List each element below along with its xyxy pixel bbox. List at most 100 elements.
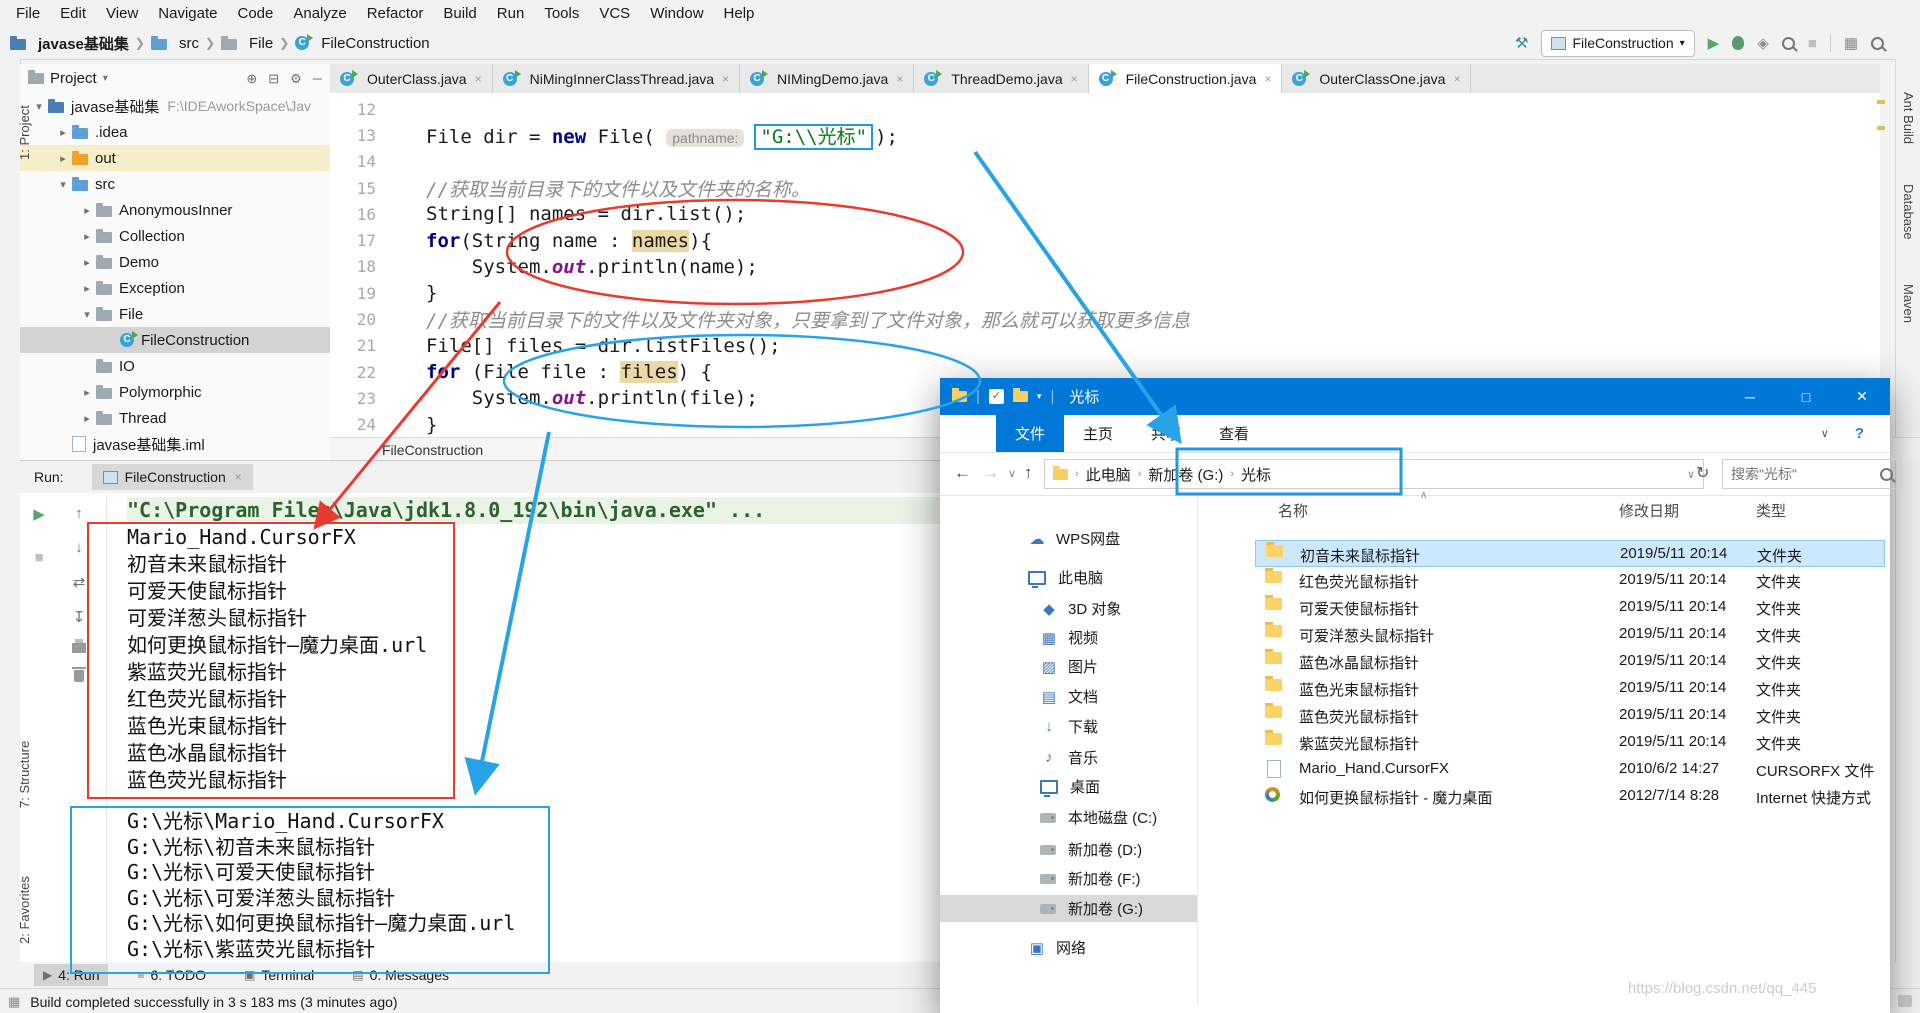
error-stripe-mark[interactable] [1877,126,1885,130]
clear-all-icon[interactable] [72,667,86,682]
sidebar-item--[interactable]: ↓ 下载 [940,713,1197,740]
tree-item-FileConstruction[interactable]: C FileConstruction [20,327,330,353]
settings-gear-icon[interactable]: ⚙ [290,71,302,87]
menu-item-window[interactable]: Window [640,2,713,25]
menu-item-analyze[interactable]: Analyze [283,2,356,25]
file-row--[interactable]: 红色荧光鼠标指针 2019/5/11 20:14 文件夹 [1255,567,1885,594]
layout-grid-icon[interactable]: ▦ [1844,34,1858,52]
chevron-down-icon[interactable]: ▾ [78,308,96,321]
print-icon[interactable] [72,639,86,653]
sidebar-item--[interactable]: 此电脑 [940,564,1197,591]
locate-icon[interactable]: ⊕ [246,71,257,87]
error-stripe-mark[interactable] [1877,100,1885,104]
tree-item-Exception[interactable]: ▸ Exception [20,275,330,301]
file-row--[interactable]: 蓝色荧光鼠标指针 2019/5/11 20:14 文件夹 [1255,702,1885,729]
stop-icon[interactable]: ■ [1808,35,1817,52]
close-icon[interactable]: × [896,72,903,86]
explorer-title-bar[interactable]: | ✓ ▾ | 光标 ─ □ ✕ [940,378,1890,415]
chevron-right-icon[interactable]: ▸ [78,230,96,243]
editor-tab-OuterClass-java[interactable]: C OuterClass.java × [330,64,493,93]
tree-item-Collection[interactable]: ▸ Collection [20,223,330,249]
tree-item-Demo[interactable]: ▸ Demo [20,249,330,275]
up-stack-trace-icon[interactable]: ↑ [75,505,83,522]
close-icon[interactable]: × [722,72,729,86]
code-line-14[interactable]: 14 [330,149,1880,175]
coverage-icon[interactable]: ◈ [1757,34,1769,52]
editor-tab-NiMingInnerClassThread-java[interactable]: C NiMingInnerClassThread.java × [492,64,741,93]
tree-item-src[interactable]: ▾ src [20,171,330,197]
tree-item--idea[interactable]: ▸ .idea [20,119,330,145]
tree-item-IO[interactable]: IO [20,353,330,379]
sidebar-item--D-[interactable]: 新加卷 (D:) [940,836,1197,863]
tool-strip-2-favorites[interactable]: 2: Favorites [17,876,32,944]
breadcrumb-item-2[interactable]: File [221,35,273,52]
project-panel-header[interactable]: Project ▾ ⊕ ⊟ ⚙ ─ [20,64,330,93]
path-segment--[interactable]: 此电脑 [1086,464,1131,485]
minimize-button[interactable]: ─ [1722,378,1778,415]
expand-ribbon-icon[interactable]: ∨ [1821,427,1829,440]
sidebar-item-WPS-[interactable]: ☁ WPS网盘 [940,525,1197,552]
ribbon-tab-主页[interactable]: 主页 [1064,415,1132,452]
properties-check-icon[interactable]: ✓ [988,389,1004,404]
menu-item-edit[interactable]: Edit [50,2,96,25]
column-header-date[interactable]: 修改日期 [1619,500,1679,521]
build-hammer-icon[interactable]: ⚒ [1515,34,1528,52]
close-icon[interactable]: × [1264,72,1271,86]
sidebar-item--G-[interactable]: 新加卷 (G:) [940,895,1197,922]
chevron-down-icon[interactable]: ▾ [30,100,48,113]
code-line-21[interactable]: 21 File[] files = dir.listFiles(); [330,333,1880,359]
file-row--[interactable]: 蓝色光束鼠标指针 2019/5/11 20:14 文件夹 [1255,675,1885,702]
code-line-13[interactable]: 13 File dir = new File( pathname: "G:\\光标"… [330,122,1880,150]
address-field[interactable]: › 此电脑 › 新加卷 (G:) › 光标 ∨ [1044,459,1704,489]
collapse-all-icon[interactable]: ⊟ [268,71,279,87]
breadcrumb-item-3[interactable]: C FileConstruction [295,34,430,52]
new-folder-icon[interactable] [1012,388,1028,402]
close-icon[interactable]: × [1453,72,1460,86]
sidebar-item--C-[interactable]: 本地磁盘 (C:) [940,804,1197,831]
search-box[interactable]: 搜索"光标" [1722,459,1902,489]
tool-strip-ant-build[interactable]: Ant Build [1901,92,1916,144]
path-segment--G-[interactable]: 新加卷 (G:) [1148,464,1223,485]
chevron-right-icon[interactable]: ▸ [78,256,96,269]
sidebar-item--[interactable]: ▦ 视频 [940,624,1197,651]
sidebar-item--[interactable]: ▣ 网络 [940,934,1197,961]
file-row--[interactable]: 可爱洋葱头鼠标指针 2019/5/11 20:14 文件夹 [1255,621,1885,648]
hide-icon[interactable]: ─ [313,71,322,87]
search-icon[interactable] [1781,36,1795,50]
menu-item-view[interactable]: View [96,2,148,25]
close-icon[interactable]: × [475,72,482,86]
refresh-icon[interactable]: ↻ [1696,463,1709,483]
tool-strip-1-project[interactable]: 1: Project [17,105,32,160]
chevron-right-icon[interactable]: ▸ [78,282,96,295]
file-row--[interactable]: 蓝色冰晶鼠标指针 2019/5/11 20:14 文件夹 [1255,648,1885,675]
ribbon-tab-文件[interactable]: 文件 [996,415,1065,452]
file-row--[interactable]: 紫蓝荧光鼠标指针 2019/5/11 20:14 文件夹 [1255,729,1885,756]
scroll-to-end-icon[interactable]: ↧ [73,608,86,626]
maximize-button[interactable]: □ [1778,378,1834,415]
chevron-down-icon[interactable]: ▾ [54,178,72,191]
back-icon[interactable]: ← [954,463,971,483]
sort-ascending-icon[interactable]: ∧ [1420,490,1427,501]
column-header-name[interactable]: 名称 [1278,500,1308,521]
code-line-17[interactable]: 17 for(String name : names){ [330,227,1880,253]
debug-bug-icon[interactable] [1732,36,1745,50]
tree-item-AnonymousInner[interactable]: ▸ AnonymousInner [20,197,330,223]
chevron-right-icon[interactable]: ▸ [78,204,96,217]
forward-icon[interactable]: → [982,463,999,483]
close-button[interactable]: ✕ [1834,378,1890,415]
file-row--[interactable]: 可爱天使鼠标指针 2019/5/11 20:14 文件夹 [1255,594,1885,621]
editor-tab-OuterClassOne-java[interactable]: C OuterClassOne.java × [1282,64,1472,93]
close-icon[interactable]: × [1071,72,1078,86]
code-line-19[interactable]: 19} [330,280,1880,306]
chevron-right-icon[interactable]: ▸ [54,126,72,139]
ribbon-tab-共享[interactable]: 共享 [1132,415,1200,452]
sidebar-item--F-[interactable]: 新加卷 (F:) [940,865,1197,892]
tool-strip-7-structure[interactable]: 7: Structure [17,741,32,808]
code-line-20[interactable]: 20 //获取当前目录下的文件以及文件夹对象，只要拿到了文件对象，那么就可以获取更… [330,306,1880,332]
menu-item-vcs[interactable]: VCS [589,2,640,25]
breadcrumb-item-1[interactable]: src [150,35,199,52]
sidebar-item--[interactable]: ▤ 文档 [940,683,1197,710]
find-icon[interactable] [1871,36,1884,50]
file-row--[interactable]: 如何更换鼠标指针 - 魔力桌面 2012/7/14 8:28 Internet 快捷… [1255,783,1885,810]
code-line-12[interactable]: 12 [330,96,1880,122]
